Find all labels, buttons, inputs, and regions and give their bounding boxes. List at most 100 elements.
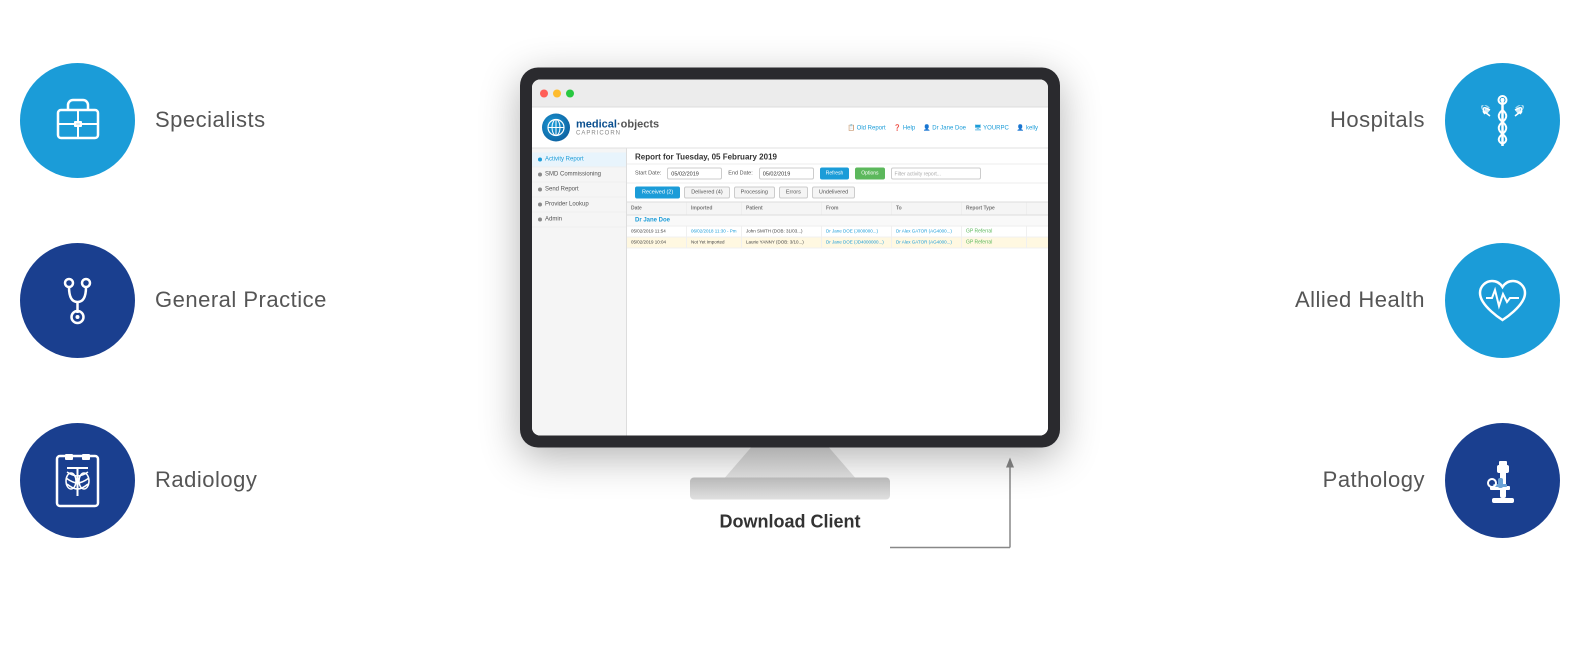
general-practice-label: General Practice	[155, 287, 327, 313]
logo-main: medical·objects	[576, 119, 659, 130]
td-to-2: Dr Alex GATOR (AG4000...)	[892, 238, 962, 248]
th-report-type: Report Type	[962, 203, 1027, 215]
nav-send-report[interactable]: Send Report	[532, 183, 626, 198]
nav-dot-4	[538, 203, 542, 207]
nav-admin[interactable]: Admin	[532, 213, 626, 228]
dot-red	[540, 89, 548, 97]
table-header: Date Imported Patient From To Report Typ…	[627, 203, 1048, 216]
td-date-1: 05/02/2019 11:54	[627, 227, 687, 237]
td-patient-2: Laurie YANNY (DOB: 3/10...)	[742, 238, 822, 248]
globe-icon	[547, 119, 565, 137]
monitor-foot	[690, 478, 890, 500]
monitor-body: medical·objects CAPRICORN 📋 Old Report ❓…	[520, 68, 1060, 448]
screen-header: medical·objects CAPRICORN 📋 Old Report ❓…	[532, 108, 1048, 149]
end-date-input[interactable]: 05/02/2019	[759, 168, 814, 180]
td-imported-1: 06/02/2018 11:30 - Pm	[687, 227, 742, 237]
monitor: medical·objects CAPRICORN 📋 Old Report ❓…	[520, 68, 1060, 500]
pathology-label: Pathology	[1323, 467, 1425, 493]
right-panel: Hospitals	[1180, 0, 1560, 600]
start-date-label: Start Date:	[635, 171, 661, 177]
pathology-icon-circle	[1445, 423, 1560, 538]
screen-body: Activity Report SMD Commissioning Send R…	[532, 149, 1048, 436]
kelly-btn[interactable]: 👤 kelly	[1017, 124, 1038, 131]
specialists-label: Specialists	[155, 107, 266, 133]
help-btn[interactable]: ❓ Help	[894, 124, 915, 131]
tab-delivered[interactable]: Delivered (4)	[684, 187, 729, 199]
xray-icon	[45, 448, 110, 513]
screen-topbar	[532, 80, 1048, 108]
tab-processing[interactable]: Processing	[734, 187, 775, 199]
left-panel: Specialists Ge	[20, 0, 400, 600]
download-label: Download Client	[720, 512, 861, 533]
nav-dot	[538, 158, 542, 162]
group-header: Dr Jane Doe	[627, 216, 1048, 227]
nav-dot-3	[538, 188, 542, 192]
nav-dot-2	[538, 173, 542, 177]
sidebar-nav: Activity Report SMD Commissioning Send R…	[532, 149, 627, 436]
hospitals-label: Hospitals	[1330, 107, 1425, 133]
allied-health-icon-circle	[1445, 243, 1560, 358]
nav-dot-5	[538, 218, 542, 222]
tab-errors[interactable]: Errors	[779, 187, 808, 199]
td-type-2: GP Referral	[962, 238, 1027, 248]
main-scene: Specialists Ge	[0, 0, 1580, 600]
td-to-1: Dr Alex GATOR (AG4000...)	[892, 227, 962, 237]
tab-bar: Received (2) Delivered (4) Processing Er…	[627, 184, 1048, 203]
radiology-icon-circle	[20, 423, 135, 538]
logo-area: medical·objects CAPRICORN	[542, 114, 659, 142]
th-imported: Imported	[687, 203, 742, 215]
general-practice-icon-circle	[20, 243, 135, 358]
stethoscope-icon	[45, 268, 110, 333]
td-imported-2: Not Yet Imported	[687, 238, 742, 248]
td-type-1: GP Referral	[962, 227, 1027, 237]
briefcase-icon	[48, 90, 108, 150]
logo-sub: CAPRICORN	[576, 130, 659, 136]
start-date-input[interactable]: 05/02/2019	[667, 168, 722, 180]
header-actions: 📋 Old Report ❓ Help 👤 Dr Jane Doe 🖥 YOUR…	[848, 124, 1038, 131]
td-from-2: Dr Jane DOE (JD4000000...)	[822, 238, 892, 248]
th-from: From	[822, 203, 892, 215]
microscope-icon	[1470, 448, 1535, 513]
tab-received[interactable]: Received (2)	[635, 187, 680, 199]
general-practice-row: General Practice	[20, 243, 327, 358]
nav-smd[interactable]: SMD Commissioning	[532, 168, 626, 183]
main-content: Report for Tuesday, 05 February 2019 Sta…	[627, 149, 1048, 436]
logo-globe	[542, 114, 570, 142]
monitor-screen: medical·objects CAPRICORN 📋 Old Report ❓…	[532, 80, 1048, 436]
specialists-row: Specialists	[20, 63, 266, 178]
nav-provider-lookup[interactable]: Provider Lookup	[532, 198, 626, 213]
heart-pulse-icon	[1470, 268, 1535, 333]
allied-health-row: Allied Health	[1295, 243, 1560, 358]
logo-text: medical·objects CAPRICORN	[576, 119, 659, 136]
content-title: Report for Tuesday, 05 February 2019	[627, 149, 1048, 165]
nav-activity-report[interactable]: Activity Report	[532, 153, 626, 168]
allied-health-label: Allied Health	[1295, 287, 1425, 313]
table-row[interactable]: 05/02/2019 11:54 06/02/2018 11:30 - Pm J…	[627, 227, 1048, 238]
end-date-label: End Date:	[728, 171, 752, 177]
old-report-btn[interactable]: 📋 Old Report	[848, 124, 886, 131]
monitor-stand	[725, 448, 855, 478]
hospitals-icon-circle	[1445, 63, 1560, 178]
th-date: Date	[627, 203, 687, 215]
hospitals-row: Hospitals	[1330, 63, 1560, 178]
table-area: Date Imported Patient From To Report Typ…	[627, 203, 1048, 436]
radiology-row: Radiology	[20, 423, 257, 538]
th-patient: Patient	[742, 203, 822, 215]
filter-bar: Start Date: 05/02/2019 End Date: 05/02/2…	[627, 165, 1048, 184]
td-date-2: 05/02/2019 10:04	[627, 238, 687, 248]
search-filter[interactable]: Filter activity report...	[891, 168, 981, 180]
td-from-1: Dr Jane DOE (J000000...)	[822, 227, 892, 237]
radiology-label: Radiology	[155, 467, 257, 493]
pathology-row: Pathology	[1323, 423, 1560, 538]
table-row-highlighted[interactable]: 05/02/2019 10:04 Not Yet Imported Laurie…	[627, 238, 1048, 249]
td-patient-1: John SMITH (DOB: 31/03...)	[742, 227, 822, 237]
dot-green	[566, 89, 574, 97]
center-panel: medical·objects CAPRICORN 📋 Old Report ❓…	[520, 68, 1060, 533]
pc-btn[interactable]: 🖥 YOURPC	[974, 124, 1009, 131]
th-to: To	[892, 203, 962, 215]
user-btn[interactable]: 👤 Dr Jane Doe	[923, 124, 966, 131]
refresh-button[interactable]: Refresh	[820, 168, 850, 180]
tab-undelivered[interactable]: Undelivered	[812, 187, 855, 199]
caduceus-icon	[1470, 88, 1535, 153]
options-button[interactable]: Options	[855, 168, 884, 180]
